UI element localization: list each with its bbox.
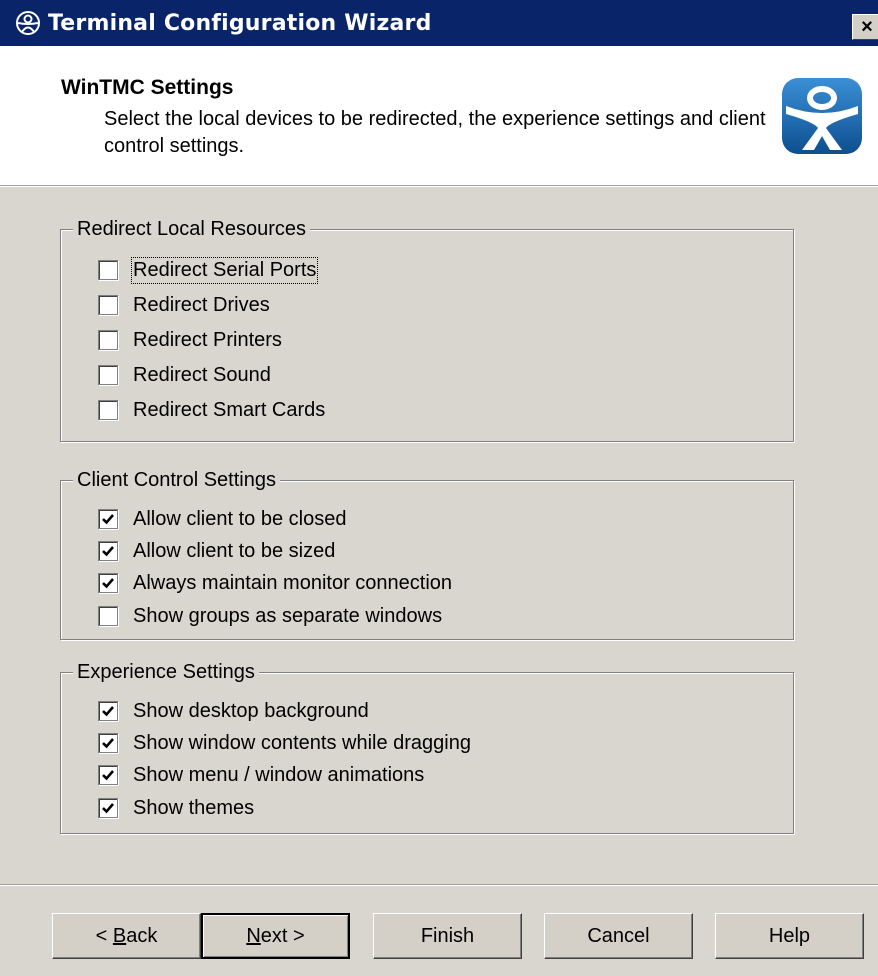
- show-desktop-background-option[interactable]: Show desktop background: [98, 696, 369, 726]
- checkbox[interactable]: [98, 260, 118, 280]
- next-button-label: Next >: [246, 924, 305, 947]
- checkbox-label: Show window contents while dragging: [133, 731, 471, 754]
- checkbox-label: Redirect Sound: [133, 363, 271, 386]
- checkbox-label: Show menu / window animations: [133, 763, 425, 786]
- checkmark-icon: [102, 706, 114, 717]
- checkbox-label: Redirect Printers: [133, 328, 282, 351]
- checkbox[interactable]: [98, 798, 118, 818]
- checkmark-icon: [102, 803, 114, 814]
- checkbox[interactable]: [98, 400, 118, 420]
- checkmark-icon: [102, 514, 114, 525]
- checkbox[interactable]: [98, 330, 118, 350]
- footer-separator-highlight: [0, 885, 878, 886]
- checkmark-icon: [102, 578, 114, 589]
- back-button[interactable]: < Back: [52, 913, 201, 959]
- checkmark-icon: [102, 546, 114, 557]
- thinmanager-icon: [14, 9, 42, 37]
- finish-button-label: Finish: [420, 924, 475, 947]
- show-window-contents-option[interactable]: Show window contents while dragging: [98, 728, 471, 758]
- checkbox[interactable]: [98, 733, 118, 753]
- checkbox[interactable]: [98, 765, 118, 785]
- always-maintain-monitor-option[interactable]: Always maintain monitor connection: [98, 568, 452, 598]
- close-icon[interactable]: ×: [852, 14, 878, 40]
- redirect-smart-cards-option[interactable]: Redirect Smart Cards: [98, 395, 325, 425]
- help-button-label: Help: [768, 924, 811, 947]
- redirect-local-resources-group: Redirect Local Resources Redirect Serial…: [60, 217, 794, 442]
- checkmark-icon: [102, 738, 114, 749]
- wizard-header: WinTMC Settings Select the local devices…: [0, 46, 878, 185]
- next-button[interactable]: Next >: [201, 913, 350, 959]
- experience-settings-group: Experience Settings Show desktop backgro…: [60, 660, 794, 834]
- checkbox-label: Show desktop background: [133, 699, 369, 722]
- redirect-printers-option[interactable]: Redirect Printers: [98, 325, 282, 355]
- group-legend: Redirect Local Resources: [73, 217, 310, 241]
- cancel-button-label: Cancel: [587, 924, 650, 947]
- show-groups-separate-option[interactable]: Show groups as separate windows: [98, 601, 442, 631]
- allow-client-sized-option[interactable]: Allow client to be sized: [98, 536, 335, 566]
- checkmark-icon: [102, 770, 114, 781]
- checkbox-label: Redirect Smart Cards: [133, 398, 326, 421]
- show-menu-animations-option[interactable]: Show menu / window animations: [98, 760, 424, 790]
- checkbox[interactable]: [98, 365, 118, 385]
- cancel-button[interactable]: Cancel: [544, 913, 693, 959]
- checkbox[interactable]: [98, 509, 118, 529]
- redirect-serial-ports-option[interactable]: Redirect Serial Ports: [98, 255, 319, 285]
- header-separator-highlight: [0, 186, 878, 187]
- window-title: Terminal Configuration Wizard: [48, 10, 432, 36]
- redirect-sound-option[interactable]: Redirect Sound: [98, 360, 271, 390]
- title-bar[interactable]: Terminal Configuration Wizard ×: [0, 0, 878, 46]
- checkbox[interactable]: [98, 295, 118, 315]
- group-legend: Client Control Settings: [73, 468, 280, 492]
- checkbox-label: Allow client to be closed: [133, 507, 347, 530]
- checkbox[interactable]: [98, 701, 118, 721]
- checkbox-label: Show groups as separate windows: [133, 604, 443, 627]
- checkbox[interactable]: [98, 606, 118, 626]
- show-themes-option[interactable]: Show themes: [98, 793, 254, 823]
- thinmanager-logo-icon: [780, 76, 864, 156]
- checkbox-label: Redirect Serial Ports: [130, 256, 319, 284]
- page-description: Select the local devices to be redirecte…: [104, 108, 766, 157]
- finish-button[interactable]: Finish: [373, 913, 522, 959]
- allow-client-closed-option[interactable]: Allow client to be closed: [98, 504, 346, 534]
- checkbox-label: Allow client to be sized: [133, 539, 336, 562]
- redirect-drives-option[interactable]: Redirect Drives: [98, 290, 270, 320]
- checkbox[interactable]: [98, 541, 118, 561]
- checkbox-label: Redirect Drives: [133, 293, 270, 316]
- page-title: WinTMC Settings: [61, 76, 234, 99]
- help-button[interactable]: Help: [715, 913, 864, 959]
- back-button-label: < Back: [95, 924, 158, 947]
- checkbox[interactable]: [98, 573, 118, 593]
- checkbox-label: Always maintain monitor connection: [133, 571, 453, 594]
- client-control-settings-group: Client Control Settings Allow client to …: [60, 468, 794, 640]
- checkbox-label: Show themes: [133, 796, 255, 819]
- group-legend: Experience Settings: [73, 660, 259, 684]
